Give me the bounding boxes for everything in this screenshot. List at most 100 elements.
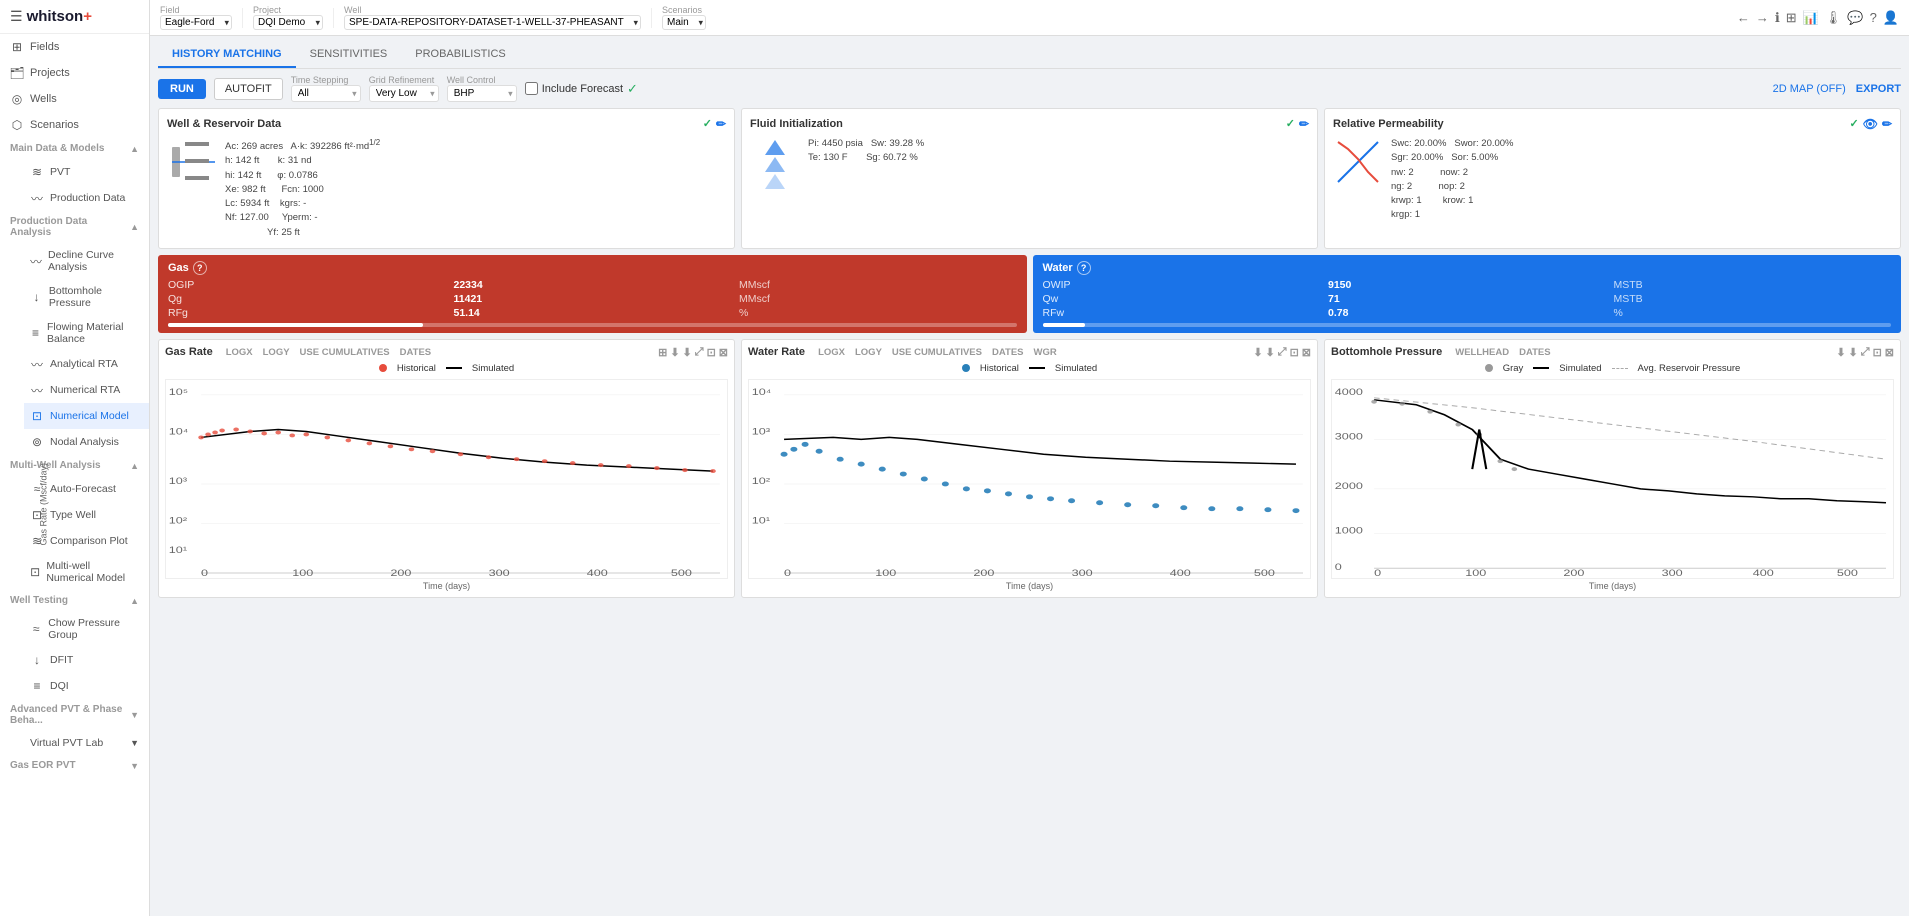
water-icon3[interactable]: ⤢ bbox=[1278, 346, 1287, 359]
sidebar-item-numerical-model[interactable]: ⊡ Numerical Model bbox=[24, 403, 149, 429]
well-reservoir-header: Well & Reservoir Data ✓ ✏ bbox=[167, 117, 726, 131]
sidebar-item-dqi[interactable]: ≡ DQI bbox=[24, 673, 149, 699]
fluid-init-content: Pi: 4450 psia Sw: 39.28 % Te: 130 F Sg: … bbox=[750, 137, 1309, 187]
gas-tab-cumulatives[interactable]: USE CUMULATIVES bbox=[297, 346, 393, 359]
rel-perm-diagram bbox=[1333, 137, 1383, 187]
gas-tab-logx[interactable]: LOGX bbox=[223, 346, 256, 359]
section-well-testing[interactable]: Well Testing ▲ bbox=[0, 590, 149, 611]
gas-tab-dates[interactable]: DATES bbox=[397, 346, 435, 359]
sidebar-item-nodal[interactable]: ⊚ Nodal Analysis bbox=[24, 429, 149, 455]
edit-icon-fi[interactable]: ✏ bbox=[1299, 117, 1309, 131]
gas-icon4[interactable]: ⤢ bbox=[695, 346, 704, 359]
water-icon4[interactable]: ⊡ bbox=[1290, 346, 1299, 359]
water-icon2[interactable]: ⬇ bbox=[1266, 346, 1275, 359]
gas-icon1[interactable]: ⊞ bbox=[658, 346, 667, 359]
sidebar-sub-welltesting: ≈ Chow Pressure Group ↓ DFIT ≡ DQI bbox=[0, 611, 149, 699]
sidebar-item-fmb[interactable]: ≡ Flowing Material Balance bbox=[24, 315, 149, 351]
sidebar-item-bottomhole[interactable]: ↓ Bottomhole Pressure bbox=[24, 279, 149, 315]
well-select[interactable]: SPE-DATA-REPOSITORY-DATASET-1-WELL-37-PH… bbox=[344, 15, 641, 30]
project-select[interactable]: DQI Demo bbox=[253, 15, 323, 30]
bhp-icon2[interactable]: ⬇ bbox=[1849, 346, 1858, 359]
include-forecast-checkbox[interactable] bbox=[525, 82, 538, 95]
gas-icon5[interactable]: ⊡ bbox=[707, 346, 716, 359]
bhp-icon4[interactable]: ⊡ bbox=[1873, 346, 1882, 359]
export-button[interactable]: EXPORT bbox=[1856, 83, 1901, 95]
sidebar: ☰ whitson+ ⊞ Fields 🗂 Projects ◎ Wells ⬡… bbox=[0, 0, 150, 916]
bhp-chart-area: 4000 3000 2000 1000 0 bbox=[1331, 379, 1894, 579]
gas-info-icon: ? bbox=[193, 261, 207, 275]
bhp-icon3[interactable]: ⤢ bbox=[1861, 346, 1870, 359]
sidebar-item-dfit[interactable]: ↓ DFIT bbox=[24, 647, 149, 673]
grid-refinement-select[interactable]: Very Low bbox=[369, 85, 439, 102]
sidebar-item-analytical-rta[interactable]: 〰 Analytical RTA bbox=[24, 351, 149, 377]
section-advanced-pvt[interactable]: Advanced PVT & Phase Beha... ▼ bbox=[0, 699, 149, 731]
eye-icon-rp[interactable]: 👁 bbox=[1863, 117, 1878, 131]
water-tab-cumulatives[interactable]: USE CUMULATIVES bbox=[889, 346, 985, 359]
svg-text:500: 500 bbox=[1837, 569, 1858, 578]
bhp-avg-line bbox=[1612, 368, 1628, 369]
sidebar-item-projects[interactable]: 🗂 Projects bbox=[0, 60, 149, 86]
sidebar-item-fields[interactable]: ⊞ Fields bbox=[0, 34, 149, 60]
temp-icon[interactable]: 🌡 bbox=[1825, 10, 1842, 26]
water-icon1[interactable]: ⬇ bbox=[1253, 346, 1262, 359]
gas-icon3[interactable]: ⬇ bbox=[683, 346, 692, 359]
user-icon[interactable]: 👤 bbox=[1883, 10, 1899, 26]
well-control-select[interactable]: BHP bbox=[447, 85, 517, 102]
chart-icon[interactable]: 📊 bbox=[1803, 10, 1819, 26]
chat-icon[interactable]: 💬 bbox=[1847, 10, 1863, 26]
edit-icon-wr[interactable]: ✏ bbox=[716, 117, 726, 131]
hamburger-icon[interactable]: ☰ bbox=[10, 8, 23, 25]
gas-icon6[interactable]: ⊠ bbox=[719, 346, 728, 359]
multinumerical-icon: ⊡ bbox=[30, 565, 40, 579]
edit-icon-rp[interactable]: ✏ bbox=[1882, 117, 1892, 131]
fmb-icon: ≡ bbox=[30, 326, 41, 340]
bhp-tab-wellhead[interactable]: WELLHEAD bbox=[1452, 346, 1512, 359]
tab-sensitivities[interactable]: SENSITIVITIES bbox=[296, 42, 402, 68]
info-icon[interactable]: ℹ bbox=[1775, 10, 1780, 26]
bhp-tab-dates[interactable]: DATES bbox=[1516, 346, 1554, 359]
water-tab-dates[interactable]: DATES bbox=[989, 346, 1027, 359]
section-multiwell[interactable]: Multi-Well Analysis ▲ bbox=[0, 455, 149, 476]
autofit-button[interactable]: AUTOFIT bbox=[214, 78, 283, 100]
help-icon[interactable]: ? bbox=[1870, 10, 1877, 25]
fluid-init-icons: ✓ ✏ bbox=[1286, 117, 1309, 131]
scenarios-select[interactable]: Main bbox=[662, 15, 706, 30]
time-stepping-select[interactable]: All bbox=[291, 85, 361, 102]
water-tab-logx[interactable]: LOGX bbox=[815, 346, 848, 359]
well-reservoir-content: Ac: 269 acres A·k: 392286 ft²·md1/2 h: 1… bbox=[167, 137, 726, 240]
run-button[interactable]: RUN bbox=[158, 79, 206, 99]
map-button[interactable]: 2D MAP (OFF) bbox=[1773, 83, 1846, 95]
water-icon5[interactable]: ⊠ bbox=[1302, 346, 1311, 359]
sidebar-item-production-data[interactable]: 〰 Production Data bbox=[24, 185, 149, 211]
bhp-icon1[interactable]: ⬇ bbox=[1836, 346, 1845, 359]
sidebar-item-chow-pressure[interactable]: ≈ Chow Pressure Group bbox=[24, 611, 149, 647]
water-tab-logy[interactable]: LOGY bbox=[852, 346, 885, 359]
section-production-analysis[interactable]: Production Data Analysis ▲ bbox=[0, 211, 149, 243]
sidebar-item-wells[interactable]: ◎ Wells bbox=[0, 86, 149, 112]
sidebar-item-pvt[interactable]: ≋ PVT bbox=[24, 159, 149, 185]
forward-icon[interactable]: → bbox=[1756, 10, 1769, 25]
water-grid: OWIP 9150 MSTB Qw 71 MSTB RFw 0.78 % bbox=[1043, 279, 1892, 319]
sidebar-item-virtual-pvt[interactable]: Virtual PVT Lab ▼ bbox=[24, 731, 149, 755]
scenarios-icon: ⬡ bbox=[10, 118, 24, 132]
tab-probabilistics[interactable]: PROBABILISTICS bbox=[401, 42, 519, 68]
gas-icon2[interactable]: ⬇ bbox=[670, 346, 679, 359]
sidebar-item-multi-numerical[interactable]: ⊡ Multi-well Numerical Model bbox=[24, 554, 149, 590]
section-main-data[interactable]: Main Data & Models ▲ bbox=[0, 138, 149, 159]
field-select[interactable]: Eagle-Ford bbox=[160, 15, 232, 30]
gas-tab-logy[interactable]: LOGY bbox=[260, 346, 293, 359]
water-rate-tabs: LOGX LOGY USE CUMULATIVES DATES WGR bbox=[815, 346, 1060, 359]
sidebar-item-numerical-rta[interactable]: 〰 Numerical RTA bbox=[24, 377, 149, 403]
back-icon[interactable]: ← bbox=[1737, 10, 1750, 25]
gas-progress bbox=[168, 323, 1017, 327]
sidebar-item-scenarios[interactable]: ⬡ Scenarios bbox=[0, 112, 149, 138]
grid-icon[interactable]: ⊞ bbox=[1786, 10, 1797, 26]
section-gas-eor[interactable]: Gas EOR PVT ▼ bbox=[0, 755, 149, 776]
well-reservoir-icons: ✓ ✏ bbox=[703, 117, 726, 131]
tab-history-matching[interactable]: HISTORY MATCHING bbox=[158, 42, 296, 68]
sidebar-item-decline-curve[interactable]: 〰 Decline Curve Analysis bbox=[24, 243, 149, 279]
chevron-multiwell: ▲ bbox=[130, 461, 139, 471]
scenarios-selector: Scenarios Main bbox=[662, 5, 706, 30]
bhp-icon5[interactable]: ⊠ bbox=[1885, 346, 1894, 359]
water-tab-wgr[interactable]: WGR bbox=[1031, 346, 1060, 359]
